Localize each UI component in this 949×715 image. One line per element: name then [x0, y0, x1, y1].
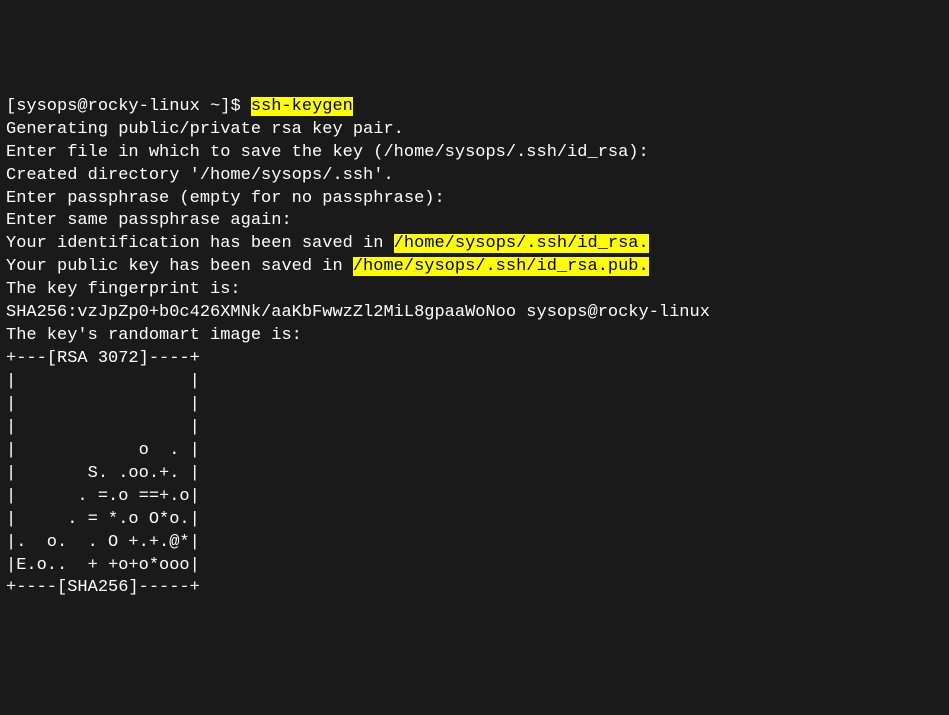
output-line: Your identification has been saved in /h…	[6, 233, 943, 256]
command-text: ssh-keygen	[251, 97, 353, 116]
output-line: Enter file in which to save the key (/ho…	[6, 142, 943, 165]
prompt-close-bracket: ]	[220, 97, 230, 116]
randomart-line: |. o. . O +.+.@*|	[6, 532, 943, 555]
prompt-line[interactable]: [sysops@rocky-linux ~]$ ssh-keygen	[6, 96, 943, 119]
randomart-line: +----[SHA256]-----+	[6, 577, 943, 600]
randomart-line: | . = *.o O*o.|	[6, 509, 943, 532]
prompt-open-bracket: [	[6, 97, 16, 116]
output-text: Your identification has been saved in	[6, 234, 394, 253]
output-line: Your public key has been saved in /home/…	[6, 256, 943, 279]
randomart-line: | |	[6, 394, 943, 417]
output-line: Created directory '/home/sysops/.ssh'.	[6, 165, 943, 188]
randomart-line: | . =.o ==+.o|	[6, 486, 943, 509]
randomart-line: | |	[6, 417, 943, 440]
randomart-line: +---[RSA 3072]----+	[6, 348, 943, 371]
prompt-dollar: $	[230, 97, 250, 116]
saved-private-key-path: /home/sysops/.ssh/id_rsa.	[394, 234, 649, 253]
randomart-line: |E.o.. + +o+o*ooo|	[6, 555, 943, 578]
saved-public-key-path: /home/sysops/.ssh/id_rsa.pub.	[353, 257, 649, 276]
fingerprint-line: SHA256:vzJpZp0+b0c426XMNk/aaKbFwwzZl2MiL…	[6, 302, 943, 325]
output-text: Your public key has been saved in	[6, 257, 353, 276]
output-line: Generating public/private rsa key pair.	[6, 119, 943, 142]
terminal-output: [sysops@rocky-linux ~]$ ssh-keygenGenera…	[6, 96, 943, 601]
output-line: Enter same passphrase again:	[6, 210, 943, 233]
output-line: The key fingerprint is:	[6, 279, 943, 302]
randomart-line: | o . |	[6, 440, 943, 463]
output-line: The key's randomart image is:	[6, 325, 943, 348]
prompt-user-host: sysops@rocky-linux ~	[16, 97, 220, 116]
output-line: Enter passphrase (empty for no passphras…	[6, 188, 943, 211]
randomart-line: | S. .oo.+. |	[6, 463, 943, 486]
randomart-line: | |	[6, 371, 943, 394]
